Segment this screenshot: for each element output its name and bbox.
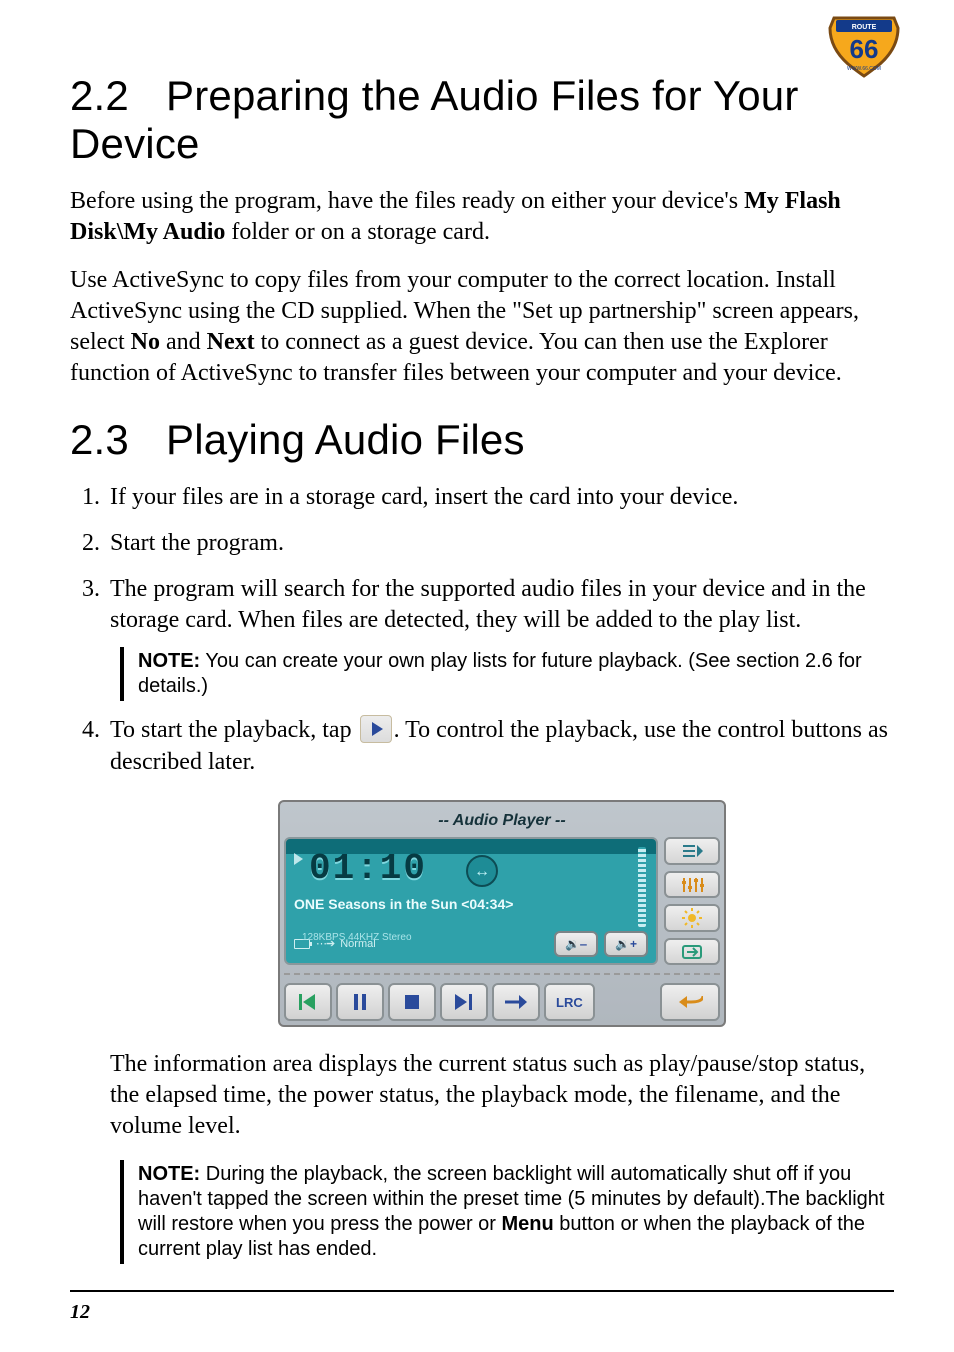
equalizer-button[interactable] [664,871,720,899]
prev-track-button[interactable] [284,983,332,1021]
section-2-2-number: 2.2 [70,72,166,120]
next-track-button[interactable] [440,983,488,1021]
logo-url-text: WWW.66.COM [847,66,881,72]
step-2: Start the program. [106,528,894,560]
stop-button[interactable] [388,983,436,1021]
level-meter-icon [638,847,646,927]
back-button[interactable] [660,983,720,1021]
note-backlight: NOTE: During the playback, the screen ba… [120,1160,894,1264]
playing-indicator-icon [294,853,303,865]
section-2-2-title: Preparing the Audio Files for Your Devic… [70,72,799,167]
audio-player: -- Audio Player -- 01:10 ONE Seasons in … [278,800,726,1027]
playlist-button[interactable] [664,837,720,865]
section-2-3-number: 2.3 [70,416,166,464]
exit-button[interactable] [664,938,720,966]
section-2-2-heading: 2.2Preparing the Audio Files for Your De… [70,72,894,168]
step-4: To start the playback, tap . To control … [106,715,894,1264]
footer-rule [70,1290,894,1292]
player-display: 01:10 ONE Seasons in the Sun <04:34> ⋯➔ … [284,837,658,965]
manual-page: ROUTE 66 WWW.66.COM 2.2Preparing the Aud… [0,0,954,1352]
section-2-3-heading: 2.3Playing Audio Files [70,416,894,464]
audio-format: 128KBPS 44KHZ Stereo [302,931,656,944]
lyrics-button[interactable]: LRC [544,983,595,1021]
play-icon [360,715,392,743]
logo-route-text: ROUTE [852,24,877,31]
section-2-2-para-1: Before using the program, have the files… [70,186,894,247]
player-title: -- Audio Player -- [284,806,720,837]
info-area-paragraph: The information area displays the curren… [110,1049,894,1141]
route-66-logo: ROUTE 66 WWW.66.COM [828,14,900,83]
forward-button[interactable] [492,983,540,1021]
section-2-2-para-2: Use ActiveSync to copy files from your c… [70,265,894,388]
transport-bar: LRC [284,973,720,1021]
step-3: The program will search for the supporte… [106,574,894,701]
pause-button[interactable] [336,983,384,1021]
track-title: ONE Seasons in the Sun <04:34> [294,895,648,913]
section-2-3-title: Playing Audio Files [166,416,525,463]
step-1: If your files are in a storage card, ins… [106,482,894,514]
brightness-button[interactable] [664,904,720,932]
playing-steps-list: If your files are in a storage card, ins… [70,482,894,1263]
logo-66-text: 66 [850,34,879,64]
note-playlists: NOTE: You can create your own play lists… [120,647,894,701]
page-number: 12 [70,1301,90,1324]
